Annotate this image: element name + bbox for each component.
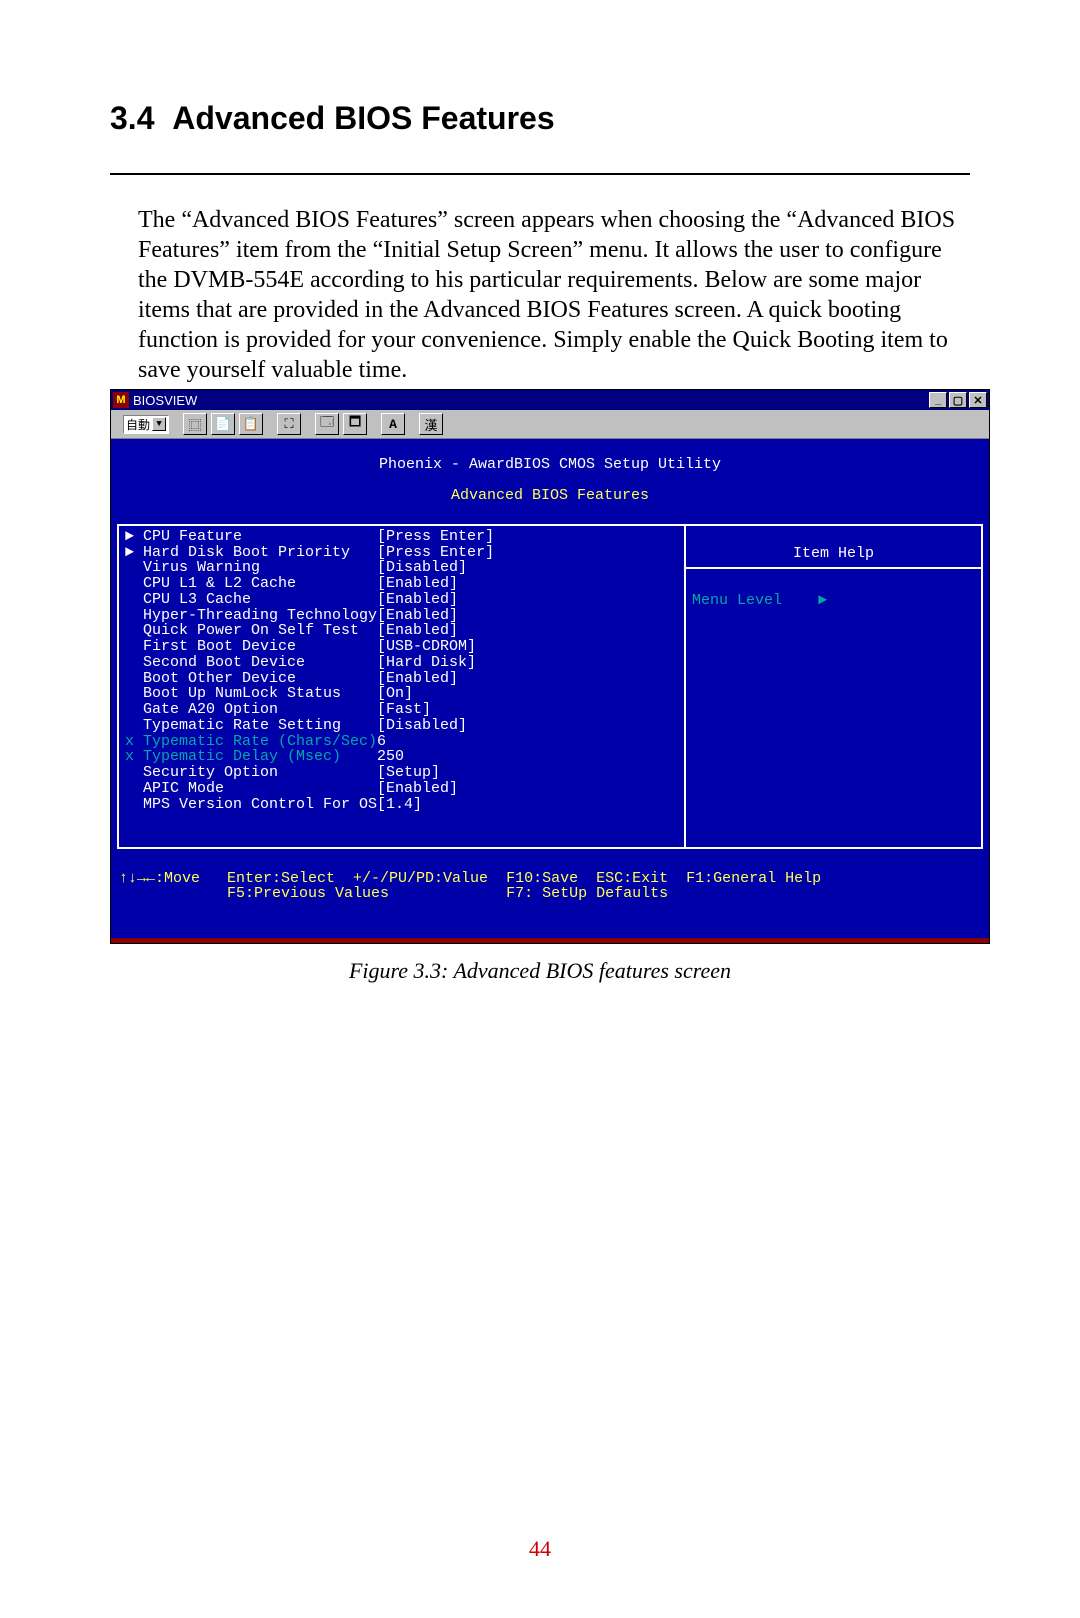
paste-icon[interactable]: 📋 bbox=[239, 413, 263, 435]
app-icon: M bbox=[113, 392, 129, 408]
minimize-button[interactable]: _ bbox=[929, 392, 947, 408]
bios-setting-row[interactable]: Typematic Rate Setting [Disabled] bbox=[125, 718, 678, 734]
section-number: 3.4 bbox=[110, 100, 154, 136]
section-heading: 3.4 Advanced BIOS Features bbox=[110, 100, 970, 143]
kanji-button[interactable]: 漢 bbox=[419, 413, 443, 435]
window-title: BIOSVIEW bbox=[133, 393, 927, 408]
help-title: Item Help bbox=[686, 542, 981, 570]
bios-setting-row[interactable]: MPS Version Control For OS[1.4] bbox=[125, 797, 678, 813]
bios-setting-row[interactable]: First Boot Device [USB-CDROM] bbox=[125, 639, 678, 655]
bios-setting-row[interactable]: CPU L1 & L2 Cache [Enabled] bbox=[125, 576, 678, 592]
maximize-button[interactable]: ▢ bbox=[949, 392, 967, 408]
bios-setting-row[interactable]: APIC Mode [Enabled] bbox=[125, 781, 678, 797]
bios-setting-row[interactable]: Boot Up NumLock Status [On] bbox=[125, 686, 678, 702]
bios-setting-row[interactable]: Virus Warning [Disabled] bbox=[125, 560, 678, 576]
bios-setting-row[interactable]: CPU L3 Cache [Enabled] bbox=[125, 592, 678, 608]
bios-subtitle: Advanced BIOS Features bbox=[111, 488, 989, 504]
bios-screen: Phoenix - AwardBIOS CMOS Setup Utility A… bbox=[111, 439, 989, 938]
close-button[interactable]: ✕ bbox=[969, 392, 987, 408]
bios-setting-row[interactable]: x Typematic Rate (Chars/Sec)6 bbox=[125, 734, 678, 750]
bios-setting-row[interactable]: Gate A20 Option [Fast] bbox=[125, 702, 678, 718]
bios-setting-row[interactable]: Boot Other Device [Enabled] bbox=[125, 671, 678, 687]
font-button[interactable]: A bbox=[381, 413, 405, 435]
footer-line-1: ↑↓→←:Move Enter:Select +/-/PU/PD:Value F… bbox=[119, 870, 821, 887]
bios-setting-row[interactable]: Quick Power On Self Test [Enabled] bbox=[125, 623, 678, 639]
figure-caption: Figure 3.3: Advanced BIOS features scree… bbox=[110, 958, 970, 984]
toolbar-btn-1[interactable]: ⿴ bbox=[183, 413, 207, 435]
bios-setting-row[interactable]: Security Option [Setup] bbox=[125, 765, 678, 781]
heading-rule bbox=[110, 173, 970, 175]
bios-setting-row[interactable]: x Typematic Delay (Msec) 250 bbox=[125, 749, 678, 765]
bios-box: ► CPU Feature [Press Enter]► Hard Disk B… bbox=[117, 524, 983, 849]
copy-icon[interactable]: 📄 bbox=[211, 413, 235, 435]
section-title: Advanced BIOS Features bbox=[172, 100, 554, 136]
footer-line-2: F5:Previous Values F7: SetUp Defaults bbox=[119, 885, 668, 902]
bios-setting-row[interactable]: Second Boot Device [Hard Disk] bbox=[125, 655, 678, 671]
titlebar: M BIOSVIEW _ ▢ ✕ bbox=[111, 390, 989, 410]
encoding-select-label: 自動 bbox=[126, 416, 150, 433]
bios-help-pane: Item Help Menu Level ► bbox=[686, 526, 981, 847]
bios-settings-list[interactable]: ► CPU Feature [Press Enter]► Hard Disk B… bbox=[119, 526, 686, 847]
window-icon[interactable]: 🗖 bbox=[343, 413, 367, 435]
biosview-window: M BIOSVIEW _ ▢ ✕ 自動 ▼ ⿴ 📄 📋 ⛶ 🗔 🗖 A 漢 bbox=[110, 389, 990, 944]
bios-footer: ↑↓→←:Move Enter:Select +/-/PU/PD:Value F… bbox=[111, 867, 989, 907]
properties-icon[interactable]: 🗔 bbox=[315, 413, 339, 435]
body-paragraph: The “Advanced BIOS Features” screen appe… bbox=[138, 205, 970, 385]
page-number: 44 bbox=[0, 1536, 1080, 1562]
bios-utility-title: Phoenix - AwardBIOS CMOS Setup Utility bbox=[111, 457, 989, 473]
dropdown-caret-icon: ▼ bbox=[152, 417, 166, 431]
bios-setting-row[interactable]: ► Hard Disk Boot Priority [Press Enter] bbox=[125, 545, 678, 561]
bios-setting-row[interactable]: ► CPU Feature [Press Enter] bbox=[125, 529, 678, 545]
fullscreen-icon[interactable]: ⛶ bbox=[277, 413, 301, 435]
bios-setting-row[interactable]: Hyper-Threading Technology[Enabled] bbox=[125, 608, 678, 624]
menu-level-indicator: Menu Level ► bbox=[692, 593, 975, 609]
encoding-select[interactable]: 自動 ▼ bbox=[123, 415, 169, 434]
toolbar: 自動 ▼ ⿴ 📄 📋 ⛶ 🗔 🗖 A 漢 bbox=[111, 410, 989, 439]
bottom-red-bar bbox=[111, 938, 989, 943]
